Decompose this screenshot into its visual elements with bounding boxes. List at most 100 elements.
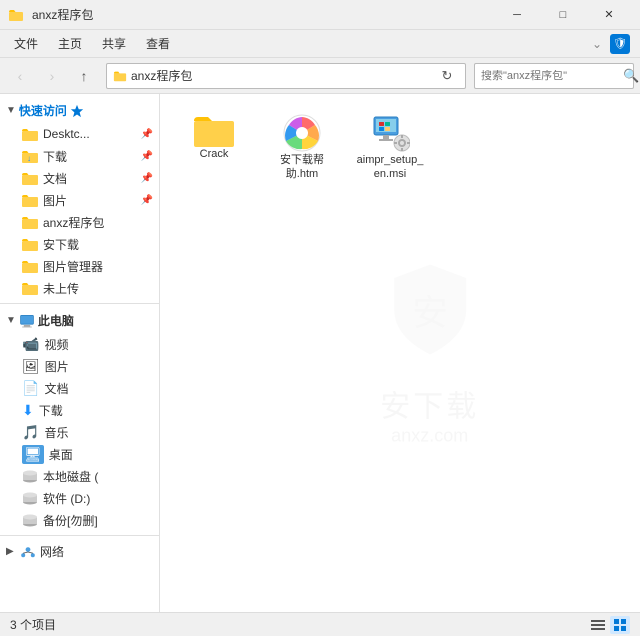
sidebar-item-desktop2[interactable]: 🖥 桌面 bbox=[0, 443, 159, 465]
list-view-icon bbox=[591, 619, 605, 631]
refresh-button[interactable]: ↻ bbox=[435, 64, 459, 88]
sidebar-item-backupdisk[interactable]: 备份[勿删] bbox=[0, 509, 159, 531]
quick-access-header[interactable]: ▼ 快速访问 bbox=[0, 98, 159, 123]
sidebar-item-pics[interactable]: 图片 📌 bbox=[0, 189, 159, 211]
sidebar-item-desktop2-label: 桌面 bbox=[49, 446, 153, 463]
status-count: 3 个项目 bbox=[10, 616, 56, 633]
sidebar-item-music[interactable]: 🎵 音乐 bbox=[0, 421, 159, 443]
list-view-button[interactable] bbox=[588, 616, 608, 634]
sidebar-item-download-label: 下载 bbox=[43, 148, 136, 165]
file-name-htm: 安下载帮助.htm bbox=[267, 153, 337, 182]
main-area: ▼ 快速访问 Desktc... 📌 ↓ 下载 📌 bbox=[0, 94, 640, 612]
pin-icon: 📌 bbox=[141, 195, 153, 206]
file-item-msi[interactable]: aimpr_setup_en.msi bbox=[350, 108, 430, 187]
sidebar-item-downloads-label: 下载 bbox=[39, 402, 153, 419]
folder-icon bbox=[22, 237, 38, 251]
network-icon bbox=[20, 545, 36, 559]
folder-icon bbox=[22, 193, 38, 207]
sidebar-item-desktop[interactable]: Desktc... 📌 bbox=[0, 123, 159, 145]
sidebar-item-anxz-label: anxz程序包 bbox=[43, 214, 153, 231]
back-button[interactable]: ‹ bbox=[6, 62, 34, 90]
sidebar-item-pictures[interactable]: 🖼 图片 bbox=[0, 355, 159, 377]
title-bar: anxz程序包 ─ □ ✕ bbox=[0, 0, 640, 30]
sidebar-item-anzixia-label: 安下载 bbox=[43, 236, 153, 253]
menu-home[interactable]: 主页 bbox=[48, 31, 92, 56]
computer-icon bbox=[19, 314, 35, 328]
sidebar-item-music-label: 音乐 bbox=[44, 424, 153, 441]
pin-icon: 📌 bbox=[141, 173, 153, 184]
watermark-text: 安下载 bbox=[380, 382, 479, 426]
sidebar-item-download[interactable]: ↓ 下载 📌 bbox=[0, 145, 159, 167]
sidebar-item-docs-label: 文档 bbox=[43, 170, 136, 187]
network-label: 网络 bbox=[40, 543, 64, 560]
status-bar: 3 个项目 bbox=[0, 612, 640, 636]
sidebar-item-picmgr[interactable]: 图片管理器 bbox=[0, 255, 159, 277]
toolbar: ‹ › ↑ anxz程序包 ↻ 🔍 bbox=[0, 58, 640, 94]
menu-share[interactable]: 共享 bbox=[92, 31, 136, 56]
address-text: anxz程序包 bbox=[131, 67, 435, 84]
crack-folder-icon bbox=[194, 113, 234, 147]
sidebar-item-unuploaded[interactable]: 未上传 bbox=[0, 277, 159, 299]
disk-icon bbox=[22, 469, 38, 483]
title-folder-icon bbox=[8, 7, 24, 23]
watermark-sub: anxz.com bbox=[391, 426, 468, 447]
folder-icon bbox=[22, 171, 38, 185]
sidebar-item-video-label: 视频 bbox=[44, 336, 153, 353]
disk-icon bbox=[22, 513, 38, 527]
watermark: 安 安下载 anxz.com bbox=[380, 260, 479, 447]
sidebar-item-anxz[interactable]: anxz程序包 bbox=[0, 211, 159, 233]
menu-view[interactable]: 查看 bbox=[136, 31, 180, 56]
file-item-crack[interactable]: Crack bbox=[174, 108, 254, 187]
svg-text:安: 安 bbox=[412, 292, 448, 333]
network-header[interactable]: ▶ 网络 bbox=[0, 540, 159, 563]
window-title: anxz程序包 bbox=[32, 6, 93, 23]
search-box[interactable]: 🔍 bbox=[474, 63, 634, 89]
up-button[interactable]: ↑ bbox=[70, 62, 98, 90]
sidebar-item-documents[interactable]: 📄 文档 bbox=[0, 377, 159, 399]
grid-view-button[interactable] bbox=[610, 616, 630, 634]
file-name-crack: Crack bbox=[200, 147, 229, 161]
file-grid: Crack 安下载帮助.htm bbox=[170, 104, 630, 191]
sidebar-item-picmgr-label: 图片管理器 bbox=[43, 258, 153, 275]
watermark-shield-icon: 安 bbox=[385, 260, 475, 360]
sidebar-item-downloads[interactable]: ⬇ 下载 bbox=[0, 399, 159, 421]
search-button[interactable]: 🔍 bbox=[623, 68, 639, 84]
menu-file[interactable]: 文件 bbox=[4, 31, 48, 56]
sidebar-item-softwaredisk-label: 软件 (D:) bbox=[43, 490, 153, 507]
file-item-htm[interactable]: 安下载帮助.htm bbox=[262, 108, 342, 187]
sidebar-item-documents-label: 文档 bbox=[44, 380, 153, 397]
folder-icon bbox=[22, 215, 38, 229]
sidebar-item-localdisk[interactable]: 本地磁盘 ( bbox=[0, 465, 159, 487]
sidebar-item-anzixia[interactable]: 安下载 bbox=[0, 233, 159, 255]
sidebar-item-pictures-label: 图片 bbox=[45, 358, 153, 375]
folder-icon bbox=[22, 127, 38, 141]
folder-icon bbox=[22, 259, 38, 273]
title-bar-left: anxz程序包 bbox=[8, 6, 494, 23]
sidebar-item-pics-label: 图片 bbox=[43, 192, 136, 209]
forward-button[interactable]: › bbox=[38, 62, 66, 90]
sidebar-item-video[interactable]: 📹 视频 bbox=[0, 333, 159, 355]
sidebar-item-docs[interactable]: 文档 📌 bbox=[0, 167, 159, 189]
star-icon bbox=[70, 104, 84, 118]
address-bar[interactable]: anxz程序包 ↻ bbox=[106, 63, 466, 89]
this-pc-header[interactable]: ▼ 此电脑 bbox=[0, 308, 159, 333]
sidebar-item-softwaredisk[interactable]: 软件 (D:) bbox=[0, 487, 159, 509]
folder-icon bbox=[22, 281, 38, 295]
security-icon: 🛡 bbox=[610, 34, 630, 54]
htm-file-icon bbox=[282, 113, 322, 153]
pin-icon: 📌 bbox=[141, 151, 153, 162]
title-bar-controls: ─ □ ✕ bbox=[494, 0, 632, 30]
close-button[interactable]: ✕ bbox=[586, 0, 632, 30]
sidebar-item-desktop-label: Desktc... bbox=[43, 127, 136, 141]
maximize-button[interactable]: □ bbox=[540, 0, 586, 30]
folder-icon: ↓ bbox=[22, 149, 38, 163]
address-folder-icon bbox=[113, 69, 127, 83]
quick-access-label: 快速访问 bbox=[19, 102, 67, 119]
disk-icon bbox=[22, 491, 38, 505]
search-input[interactable] bbox=[481, 70, 623, 82]
pin-icon: 📌 bbox=[141, 129, 153, 140]
grid-view-icon bbox=[614, 619, 626, 631]
sidebar-item-backupdisk-label: 备份[勿删] bbox=[43, 512, 153, 529]
content-area: 安 安下载 anxz.com Crack bbox=[160, 94, 640, 612]
minimize-button[interactable]: ─ bbox=[494, 0, 540, 30]
